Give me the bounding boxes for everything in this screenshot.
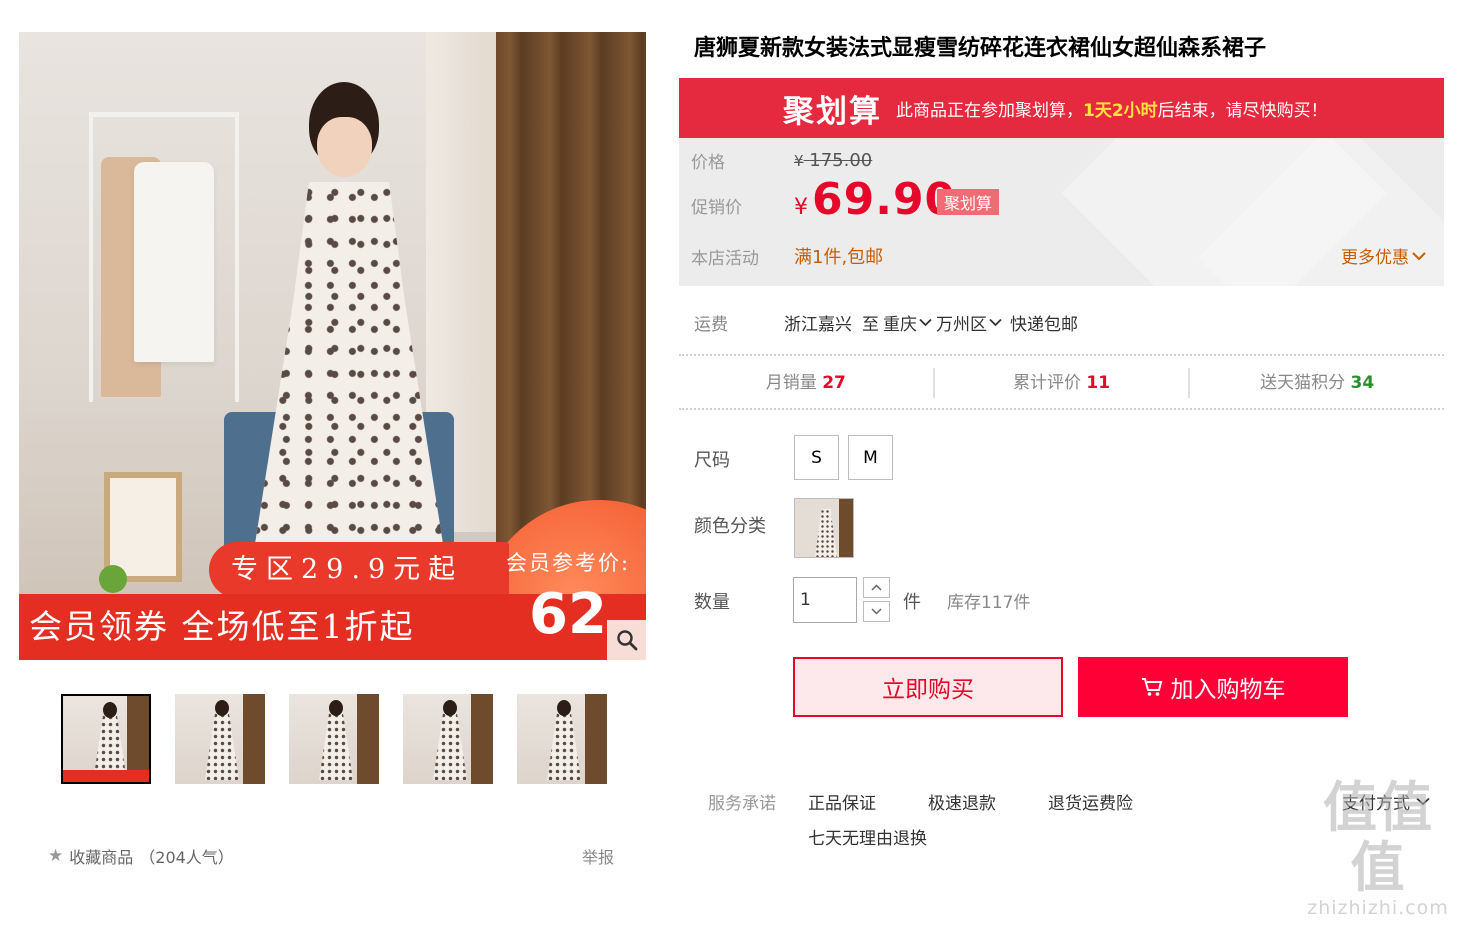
ship-origin: 浙江嘉兴 <box>784 315 852 335</box>
magnifier-icon <box>617 630 638 651</box>
quantity-label: 数量 <box>694 592 730 613</box>
activity-label: 本店活动 <box>691 249 759 269</box>
size-option-m[interactable]: M <box>848 435 893 480</box>
stat-reviews[interactable]: 累计评价 11 <box>935 368 1191 398</box>
shipping-row: 浙江嘉兴 至 重庆 万州区 快递包邮 <box>784 310 1078 335</box>
cart-icon <box>1141 678 1162 696</box>
star-icon: ★ <box>48 846 64 866</box>
image-hanging-tshirt <box>134 162 214 362</box>
buy-now-button[interactable]: 立即购买 <box>793 657 1063 717</box>
stock-count: 库存117件 <box>947 593 1031 613</box>
divider <box>679 354 1444 356</box>
image-lime <box>99 565 127 593</box>
size-option-s[interactable]: S <box>794 435 839 480</box>
service-return-insurance[interactable]: 退货运费险 <box>1048 789 1133 814</box>
thumbnail-3[interactable] <box>289 694 379 784</box>
image-model <box>239 62 449 582</box>
stat-points: 送天猫积分 34 <box>1260 373 1375 393</box>
main-product-image[interactable]: 专区29.9元起 会员领券 全场低至1折起 会员参考价: 62 <box>19 32 646 660</box>
quantity-decrease-button[interactable] <box>863 601 890 622</box>
service-seven-day-return[interactable]: 七天无理由退换 <box>808 824 927 849</box>
quantity-unit: 件 <box>903 592 921 613</box>
ship-method: 快递包邮 <box>1010 315 1078 335</box>
thumbnail-4[interactable] <box>403 694 493 784</box>
promo-price: ¥69.90 <box>794 174 957 225</box>
image-curtain <box>496 32 646 552</box>
member-price-label: 会员参考价: <box>506 551 631 575</box>
more-offers-button[interactable]: 更多优惠 <box>1341 243 1426 268</box>
promo-band-text: 会员领券 全场低至1折起 <box>29 607 415 646</box>
shipping-label: 运费 <box>694 315 728 335</box>
site-watermark: 值值值 zhizhizhi.com <box>1298 777 1458 919</box>
service-fast-refund[interactable]: 极速退款 <box>928 789 996 814</box>
size-label: 尺码 <box>694 450 730 471</box>
thumbnail-strip <box>61 694 607 784</box>
favorite-label: 收藏商品 <box>69 848 134 867</box>
services-label: 服务承诺 <box>708 794 776 814</box>
add-to-cart-button[interactable]: 加入购物车 <box>1078 657 1348 717</box>
chevron-up-icon <box>871 584 882 591</box>
favorite-link[interactable]: ★ 收藏商品 （204人气） <box>48 844 234 868</box>
divider <box>679 408 1444 410</box>
ship-to: 至 <box>862 315 879 335</box>
thumbnail-2[interactable] <box>175 694 265 784</box>
chevron-down-icon <box>919 318 932 327</box>
chevron-down-icon <box>1412 251 1426 260</box>
price-panel: 价格 ¥ 175.00 促销价 ¥69.90 聚划算 本店活动 满1件,包邮 更… <box>679 138 1444 286</box>
stats-row: 月销量 27 累计评价 11 送天猫积分 34 <box>679 368 1444 398</box>
promo-tag: 专区29.9元起 <box>209 542 509 598</box>
juhuasuan-banner: 聚划算 此商品正在参加聚划算，1天2小时后结束，请尽快购买！ <box>679 78 1444 138</box>
product-title: 唐狮夏新款女装法式显瘦雪纺碎花连衣裙仙女超仙森系裙子 <box>694 36 1267 61</box>
shop-activity: 满1件,包邮 <box>794 247 884 268</box>
quantity-increase-button[interactable] <box>863 577 890 598</box>
thumbnail-1[interactable] <box>61 694 151 784</box>
promo-price-label: 促销价 <box>691 198 742 218</box>
member-price-value: 62 <box>529 582 607 647</box>
color-label: 颜色分类 <box>694 516 766 537</box>
popularity-count: （204人气） <box>139 848 234 867</box>
watermark-logo: 值值值 <box>1323 775 1433 899</box>
thumbnail-5[interactable] <box>517 694 607 784</box>
juhuasuan-logo: 聚划算 <box>783 93 882 130</box>
chevron-down-icon <box>989 318 1002 327</box>
chevron-down-icon <box>871 608 882 615</box>
service-genuine[interactable]: 正品保证 <box>808 789 876 814</box>
quantity-input[interactable] <box>793 577 857 623</box>
original-price: ¥ 175.00 <box>794 150 873 171</box>
juhuasuan-message: 此商品正在参加聚划算，1天2小时后结束，请尽快购买！ <box>896 100 1328 121</box>
image-model-face <box>317 117 372 177</box>
stat-monthly-sales: 月销量 27 <box>679 368 935 398</box>
price-label: 价格 <box>691 153 725 173</box>
image-floral-dress <box>249 182 449 582</box>
city-select[interactable]: 重庆 <box>883 310 932 335</box>
district-select[interactable]: 万州区 <box>936 310 1002 335</box>
countdown-text: 1天2小时 <box>1083 100 1158 121</box>
watermark-url: zhizhizhi.com <box>1307 897 1449 919</box>
report-link[interactable]: 举报 <box>582 844 614 868</box>
zoom-button[interactable] <box>607 620 646 660</box>
juhuasuan-price-tag: 聚划算 <box>937 189 1000 215</box>
color-option-swatch[interactable] <box>794 498 854 558</box>
add-to-cart-label: 加入购物车 <box>1170 677 1286 703</box>
